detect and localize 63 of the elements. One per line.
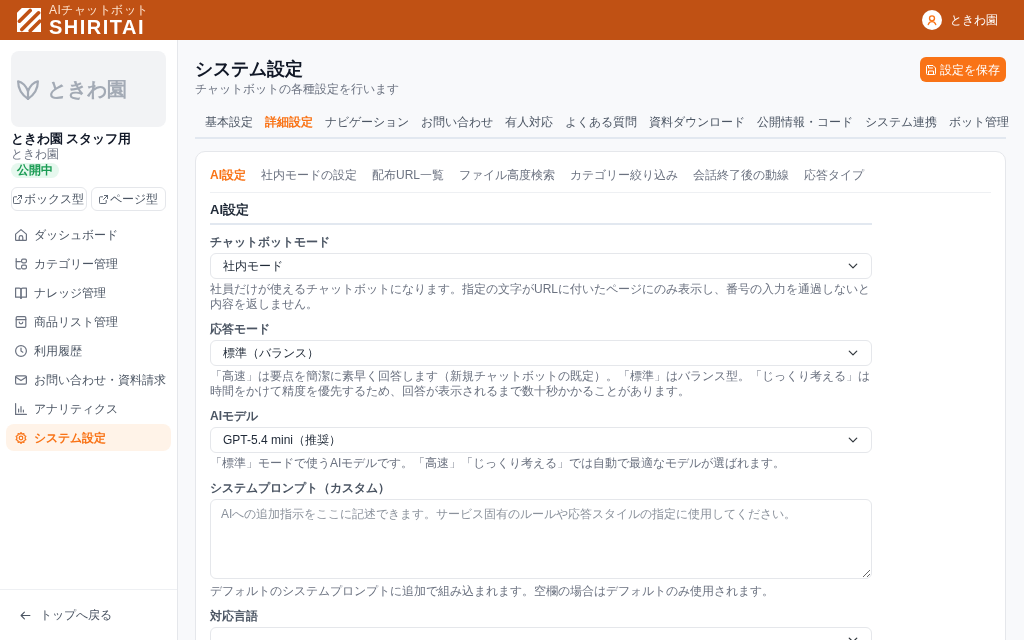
field-label: 応答モード — [210, 322, 271, 337]
sidebar-item[interactable]: カテゴリー管理 — [6, 250, 171, 277]
logo-tagline: AIチャットボット — [49, 3, 149, 17]
save-icon — [926, 64, 936, 75]
field-label: システムプロンプト（カスタム） — [210, 481, 391, 496]
sub-tab[interactable]: カテゴリー絞り込み — [570, 168, 678, 183]
bag-icon — [15, 315, 27, 328]
tab[interactable]: システム連携 — [859, 108, 943, 137]
clock-icon — [15, 344, 27, 357]
avatar-icon — [922, 10, 942, 30]
preview-button[interactable]: ページ型 — [90, 187, 166, 211]
sub-tab[interactable]: 会話終了後の動線 — [693, 168, 789, 183]
hierarchy-icon — [15, 257, 27, 270]
sub-tab[interactable]: 配布URL一覧 — [372, 168, 444, 183]
bot-owner: ときわ園 — [11, 147, 60, 161]
home-icon — [15, 228, 27, 241]
sidebar-item[interactable]: お問い合わせ・資料請求 — [6, 366, 171, 393]
tab[interactable]: よくある質問 — [559, 108, 643, 137]
page-subtitle: チャットボットの各種設定を行います — [195, 82, 399, 97]
sidebar-item[interactable]: 利用履歴 — [6, 337, 171, 364]
tab[interactable]: 有人対応 — [499, 108, 559, 137]
field-label: 対応言語 — [210, 609, 259, 624]
bar-chart-icon — [15, 402, 27, 415]
back-link[interactable]: トップへ戻る — [20, 606, 157, 624]
field-label: AIモデル — [210, 409, 259, 424]
sub-tab[interactable]: 応答タイプ — [804, 168, 864, 183]
thumbnail-text: ときわ園 — [47, 77, 127, 101]
tab[interactable]: ボット管理 — [943, 108, 1015, 137]
sidebar-item[interactable]: 商品リスト管理 — [6, 308, 171, 335]
field-label: チャットボットモード — [210, 235, 331, 250]
tab[interactable]: ナビゲーション — [319, 108, 415, 137]
preview-button[interactable]: ボックス型 — [11, 187, 87, 211]
help-text: デフォルトのシステムプロンプトに追加で組み込まれます。空欄の場合はデフォルトのみ使用されます。 — [210, 584, 775, 599]
leaf-icon — [17, 78, 39, 100]
bot-name: ときわ園 スタッフ用 — [11, 132, 133, 147]
external-link-icon — [13, 194, 23, 204]
user-name[interactable]: ときわ園 — [950, 11, 998, 29]
sub-tab[interactable]: ファイル高度検索 — [459, 168, 555, 183]
help-text: 社員だけが使えるチャットボットになります。指定の文字がURLに付いたページにのみ表示し、番号の入力を通過しないと内容を返しません。 — [210, 282, 871, 312]
arrow-left-icon — [20, 609, 31, 621]
status-badge: 公開中 — [11, 163, 59, 178]
sidebar-item[interactable]: ナレッジ管理 — [6, 279, 171, 306]
external-link-icon — [98, 194, 108, 204]
tab[interactable]: 資料ダウンロード — [643, 108, 751, 137]
tab[interactable]: お問い合わせ — [415, 108, 499, 137]
sidebar-item[interactable]: ダッシュボード — [6, 221, 171, 248]
book-icon — [15, 286, 27, 299]
logo-text: SHIRITAI — [49, 16, 147, 37]
logo-icon — [17, 8, 41, 32]
select-field[interactable]: GPT-5.4 mini（推奨） — [210, 427, 872, 453]
sub-tab[interactable]: 社内モードの設定 — [261, 168, 357, 183]
gear-icon — [15, 431, 27, 444]
sidebar-item[interactable]: アナリティクス — [6, 395, 171, 422]
select-field[interactable]: 社内モード — [210, 253, 872, 279]
tab[interactable]: 公開情報・コード — [751, 108, 859, 137]
help-text: 「標準」モードで使うAIモデルです。「高速」「じっくり考える」では自動で最適なモデルが選ばれます。 — [210, 456, 787, 471]
tab[interactable]: 基本設定 — [195, 108, 259, 137]
textarea-field[interactable]: AIへの追加指示をここに記述できます。サービス固有のルールや応答スタイルの指定に使用してください。 — [210, 499, 872, 579]
mail-icon — [15, 373, 27, 386]
select-field[interactable]: 標準（バランス） — [210, 340, 872, 366]
page-title: システム設定 — [195, 58, 304, 80]
section-title: AI設定 — [210, 202, 250, 218]
help-text: 「高速」は要点を簡潔に素早く回答します（新規チャットボットの既定）。「標準」はバランス型。「じっくり考える」は時間をかけて精度を優先するため、回答が表示されるまで数十秒かかることがあります。 — [210, 369, 871, 399]
